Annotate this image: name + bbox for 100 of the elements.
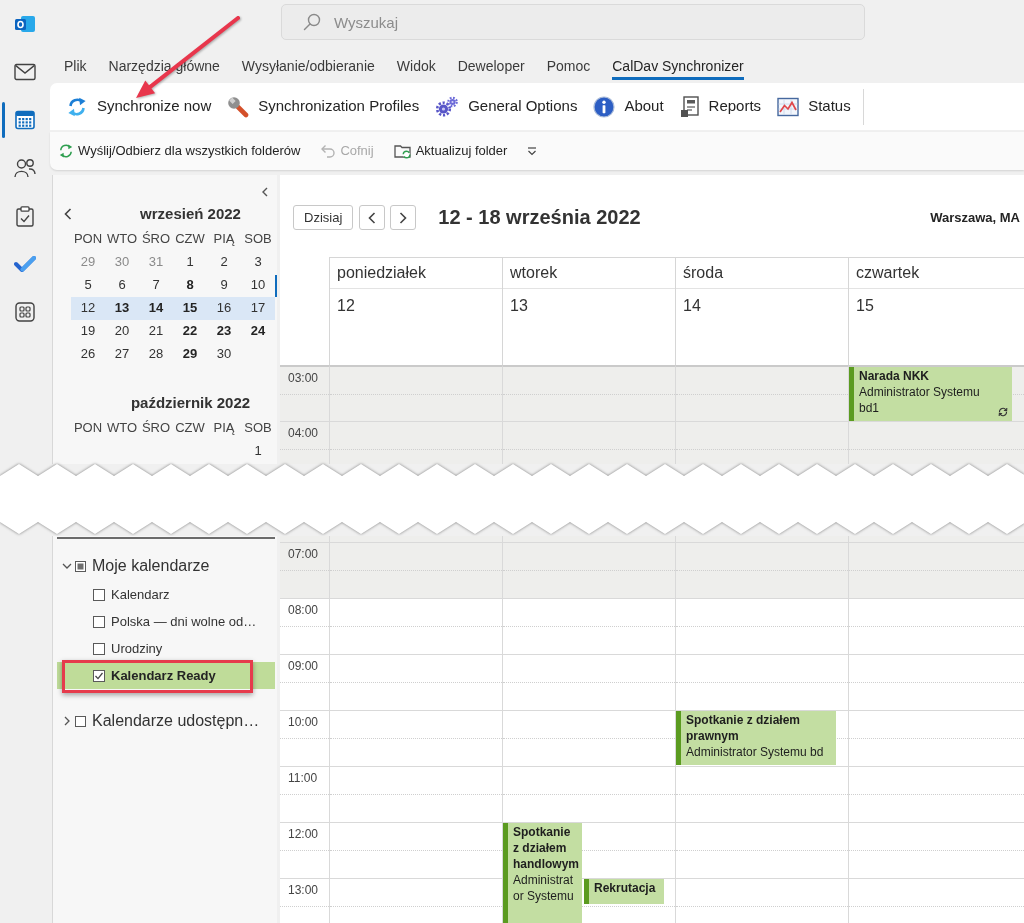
calendar-day[interactable]: 15 bbox=[173, 297, 207, 320]
calendar-day[interactable]: 22 bbox=[173, 320, 207, 342]
calendar-day[interactable]: 23 bbox=[207, 320, 241, 342]
time-slot[interactable] bbox=[502, 598, 675, 654]
calendar-day[interactable]: 13 bbox=[105, 297, 139, 320]
menu-tab[interactable]: Wysyłanie/odbieranie bbox=[241, 55, 375, 80]
calendar-day[interactable]: 14 bbox=[139, 297, 173, 320]
menu-tab[interactable]: Pomoc bbox=[546, 55, 591, 80]
calendar-day[interactable]: 8 bbox=[173, 274, 207, 296]
today-button[interactable]: Dzisiaj bbox=[293, 205, 354, 230]
previous-button[interactable] bbox=[359, 205, 386, 230]
time-slot[interactable] bbox=[329, 654, 502, 710]
time-slot[interactable] bbox=[675, 654, 848, 710]
checkbox[interactable] bbox=[93, 588, 105, 601]
time-slot[interactable] bbox=[848, 710, 1024, 766]
time-slot[interactable] bbox=[848, 654, 1024, 710]
dropdown-caret-icon[interactable] bbox=[527, 146, 538, 156]
time-slot[interactable] bbox=[329, 822, 502, 878]
chevron-right-icon[interactable] bbox=[62, 716, 72, 726]
menu-tab[interactable]: Plik bbox=[64, 55, 87, 80]
event-card[interactable]: Rekrutacja bbox=[584, 879, 664, 904]
time-slot[interactable] bbox=[329, 766, 502, 822]
time-slot[interactable] bbox=[502, 542, 675, 598]
people-icon[interactable] bbox=[14, 158, 36, 178]
checkbox[interactable] bbox=[93, 669, 105, 682]
clipboard-check-icon[interactable] bbox=[16, 205, 34, 227]
time-slot[interactable] bbox=[675, 766, 848, 822]
calendar-day[interactable]: 29 bbox=[173, 343, 207, 365]
time-slot[interactable] bbox=[675, 542, 848, 598]
time-slot[interactable] bbox=[329, 542, 502, 598]
time-slot[interactable] bbox=[848, 421, 1024, 464]
ribbon-button[interactable]: Reports bbox=[671, 87, 770, 126]
checkbox[interactable] bbox=[75, 560, 86, 572]
time-slot[interactable] bbox=[329, 536, 502, 542]
ribbon-button[interactable]: Status bbox=[769, 87, 859, 126]
time-slot[interactable] bbox=[675, 878, 848, 923]
calendar-day[interactable]: 26 bbox=[71, 343, 105, 365]
next-button[interactable] bbox=[390, 205, 417, 230]
calendar-day[interactable]: 7 bbox=[139, 274, 173, 296]
time-slot[interactable] bbox=[848, 878, 1024, 923]
calendar-day[interactable]: 3 bbox=[241, 251, 275, 273]
scrollbar-thumb[interactable] bbox=[275, 275, 277, 297]
menu-tab[interactable]: CalDav Synchronizer bbox=[612, 55, 744, 80]
calendar-day[interactable]: 17 bbox=[241, 297, 275, 320]
calendar-day[interactable]: 6 bbox=[105, 274, 139, 296]
calendar-day[interactable]: 24 bbox=[241, 320, 275, 342]
calendar-day[interactable]: 12 bbox=[71, 297, 105, 320]
time-slot[interactable] bbox=[848, 598, 1024, 654]
time-slot[interactable] bbox=[675, 536, 848, 542]
calendar-name[interactable]: Polska — dni wolne od… bbox=[111, 611, 257, 632]
calendar-day[interactable]: 1 bbox=[173, 251, 207, 273]
time-slot[interactable] bbox=[502, 421, 675, 464]
calendar-day[interactable]: 27 bbox=[105, 343, 139, 365]
calendar-group-label[interactable]: Moje kalendarze bbox=[92, 554, 210, 578]
calendar-day[interactable]: 21 bbox=[139, 320, 173, 342]
time-slot[interactable] bbox=[329, 365, 502, 421]
time-slot[interactable] bbox=[502, 654, 675, 710]
event-card[interactable]: Spotkanie z działem handlowym Administrator Systemu bbox=[503, 823, 582, 923]
time-slot[interactable] bbox=[502, 710, 675, 766]
calendar-day[interactable]: 2 bbox=[207, 251, 241, 273]
calendar-day[interactable]: 28 bbox=[139, 343, 173, 365]
ribbon-button[interactable]: About bbox=[585, 87, 672, 126]
chevron-left-icon[interactable] bbox=[64, 208, 72, 220]
ribbon-button[interactable]: General Options bbox=[427, 87, 586, 126]
ribbon-button[interactable]: Synchronization Profiles bbox=[219, 87, 428, 126]
time-slot[interactable] bbox=[502, 766, 675, 822]
chevron-down-icon[interactable] bbox=[62, 561, 72, 571]
calendar-day[interactable]: 20 bbox=[105, 320, 139, 342]
calendar-day[interactable]: 1 bbox=[241, 440, 275, 462]
calendar-day[interactable]: 30 bbox=[207, 343, 241, 365]
toolbar-button[interactable]: Wyślij/Odbierz dla wszystkich folderów bbox=[58, 137, 301, 165]
checkbox[interactable] bbox=[93, 615, 105, 628]
time-slot[interactable] bbox=[502, 365, 675, 421]
calendar-group-label[interactable]: Kalendarze udostępn… bbox=[92, 709, 260, 733]
calendar-icon[interactable] bbox=[15, 110, 35, 130]
calendar-day[interactable]: 5 bbox=[71, 274, 105, 296]
calendar-name[interactable]: Kalendarz Ready bbox=[111, 665, 216, 686]
calendar-day[interactable]: 16 bbox=[207, 297, 241, 320]
menu-tab[interactable]: Deweloper bbox=[457, 55, 525, 80]
time-slot[interactable] bbox=[329, 421, 502, 464]
menu-tab[interactable]: Widok bbox=[396, 55, 436, 80]
time-slot[interactable] bbox=[675, 598, 848, 654]
time-slot[interactable] bbox=[329, 598, 502, 654]
mail-icon[interactable] bbox=[14, 63, 36, 81]
search-field[interactable]: Wyszukaj bbox=[281, 4, 865, 40]
time-slot[interactable] bbox=[329, 878, 502, 923]
calendar-name[interactable]: Urodziny bbox=[111, 638, 163, 659]
calendar-name[interactable]: Kalendarz bbox=[111, 584, 170, 605]
time-slot[interactable] bbox=[675, 421, 848, 464]
toolbar-button[interactable]: Aktualizuj folder bbox=[393, 137, 508, 165]
checkmark-icon[interactable] bbox=[14, 256, 36, 272]
time-slot[interactable] bbox=[848, 766, 1024, 822]
time-slot[interactable] bbox=[675, 365, 848, 421]
time-slot[interactable] bbox=[675, 822, 848, 878]
checkbox[interactable] bbox=[93, 642, 105, 655]
checkbox[interactable] bbox=[75, 715, 86, 727]
time-slot[interactable] bbox=[848, 542, 1024, 598]
collapse-chevron-icon[interactable] bbox=[262, 187, 268, 197]
calendar-day[interactable]: 19 bbox=[71, 320, 105, 342]
time-slot[interactable] bbox=[329, 710, 502, 766]
